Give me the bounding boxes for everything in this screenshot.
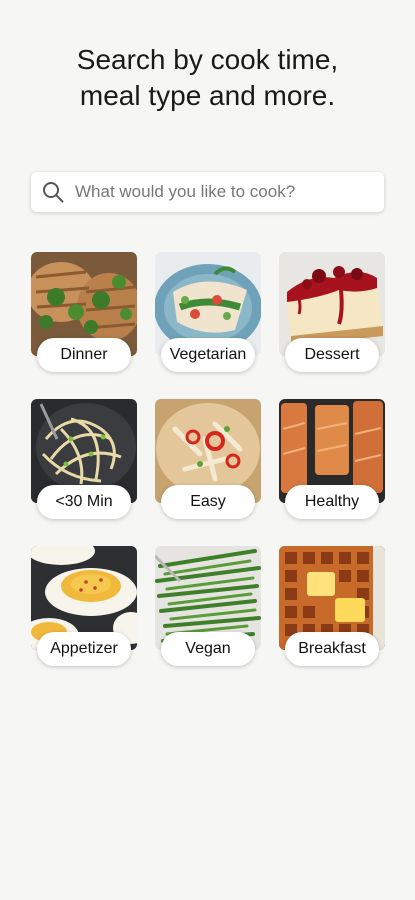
category-label: Dessert bbox=[285, 338, 379, 372]
category-label: Dinner bbox=[37, 338, 131, 372]
page-title-line-1: Search by cook time, bbox=[76, 44, 339, 75]
category-tile-under-30-min[interactable]: <30 Min bbox=[31, 399, 137, 519]
recipe-search-screen: Search by cook time, meal type and more. bbox=[0, 0, 415, 900]
search-icon bbox=[43, 182, 64, 203]
category-grid: Dinner Vegetarian Dessert <30 Min Easy H… bbox=[31, 252, 385, 666]
search-input[interactable] bbox=[75, 182, 365, 202]
category-tile-dessert[interactable]: Dessert bbox=[279, 252, 385, 372]
category-label: Healthy bbox=[285, 485, 379, 519]
category-tile-dinner[interactable]: Dinner bbox=[31, 252, 137, 372]
category-label: <30 Min bbox=[37, 485, 131, 519]
category-tile-appetizer[interactable]: Appetizer bbox=[31, 546, 137, 666]
category-tile-healthy[interactable]: Healthy bbox=[279, 399, 385, 519]
category-label: Easy bbox=[161, 485, 255, 519]
category-label: Vegetarian bbox=[161, 338, 255, 372]
page-title-line-2: meal type and more. bbox=[79, 80, 336, 111]
category-label: Appetizer bbox=[37, 632, 131, 666]
category-tile-vegan[interactable]: Vegan bbox=[155, 546, 261, 666]
search-bar[interactable] bbox=[31, 172, 384, 212]
category-label: Vegan bbox=[161, 632, 255, 666]
page-title: Search by cook time, meal type and more. bbox=[0, 42, 415, 114]
category-label: Breakfast bbox=[285, 632, 379, 666]
category-tile-easy[interactable]: Easy bbox=[155, 399, 261, 519]
category-tile-vegetarian[interactable]: Vegetarian bbox=[155, 252, 261, 372]
category-tile-breakfast[interactable]: Breakfast bbox=[279, 546, 385, 666]
